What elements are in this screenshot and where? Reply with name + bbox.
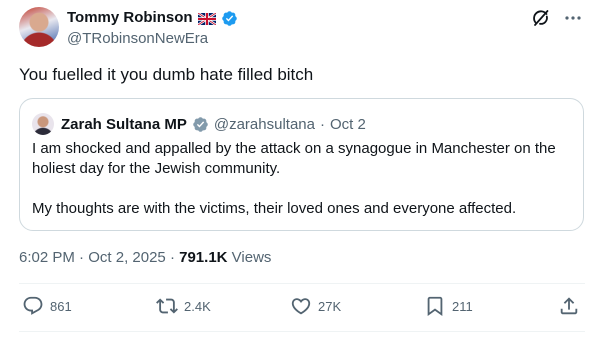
views-label: Views [231, 249, 272, 266]
reply-button[interactable]: 861 [22, 295, 72, 317]
divider [19, 283, 585, 284]
meta-separator: · [79, 249, 85, 266]
repost-count: 2.4K [184, 298, 211, 314]
bookmark-count: 211 [452, 298, 473, 314]
uk-flag-icon [196, 12, 217, 26]
like-button[interactable]: 27K [290, 295, 341, 317]
quote-paragraph: My thoughts are with the victims, their … [32, 200, 517, 217]
author-handle[interactable]: @TRobinsonNewEra [67, 30, 208, 48]
repost-icon [156, 298, 178, 314]
author-name-row: Tommy Robinson [67, 9, 238, 27]
reply-count: 861 [50, 298, 72, 314]
quote-paragraph: I am shocked and appalled by the attack … [32, 140, 556, 177]
tweet-time[interactable]: 6:02 PM [19, 249, 75, 266]
repost-button[interactable]: 2.4K [156, 295, 211, 317]
top-actions [531, 8, 583, 28]
verified-badge-icon[interactable] [221, 10, 238, 27]
bookmark-icon [427, 296, 443, 317]
more-icon[interactable] [563, 8, 583, 28]
gov-verified-badge-icon [192, 116, 209, 133]
tweet-detail: Tommy Robinson @TRobinsonNewEra You fuel… [0, 0, 599, 337]
quote-body: I am shocked and appalled by the attack … [32, 139, 577, 219]
meta-separator: · [169, 249, 175, 266]
quote-author-name: Zarah Sultana MP [61, 115, 187, 133]
views-count: 791.1K [179, 249, 228, 266]
quote-date: Oct 2 [329, 115, 366, 133]
action-bar: 861 2.4K 27K 211 [19, 295, 585, 321]
quoted-tweet[interactable]: Zarah Sultana MP @zarahsultana · Oct 2 I… [19, 98, 584, 231]
tweet-meta: 6:02 PM · Oct 2, 2025 · 791.1K Views [19, 249, 271, 267]
tweet-date[interactable]: Oct 2, 2025 [88, 249, 166, 266]
grok-icon[interactable] [531, 8, 551, 28]
like-count: 27K [318, 298, 342, 314]
like-icon [291, 298, 311, 315]
tweet-text: You fuelled it you dumb hate filled bitc… [19, 65, 314, 84]
divider [19, 331, 585, 332]
quote-author-avatar [32, 113, 54, 135]
author-display-name[interactable]: Tommy Robinson [67, 9, 193, 27]
author-avatar[interactable] [19, 7, 59, 47]
quote-header: Zarah Sultana MP @zarahsultana · Oct 2 [32, 113, 366, 135]
share-icon [560, 297, 578, 315]
quote-separator: · [319, 115, 325, 133]
quote-author-handle: @zarahsultana [213, 115, 315, 133]
bookmark-button[interactable]: 211 [424, 295, 473, 317]
share-button[interactable] [558, 295, 580, 317]
reply-icon [23, 296, 43, 315]
